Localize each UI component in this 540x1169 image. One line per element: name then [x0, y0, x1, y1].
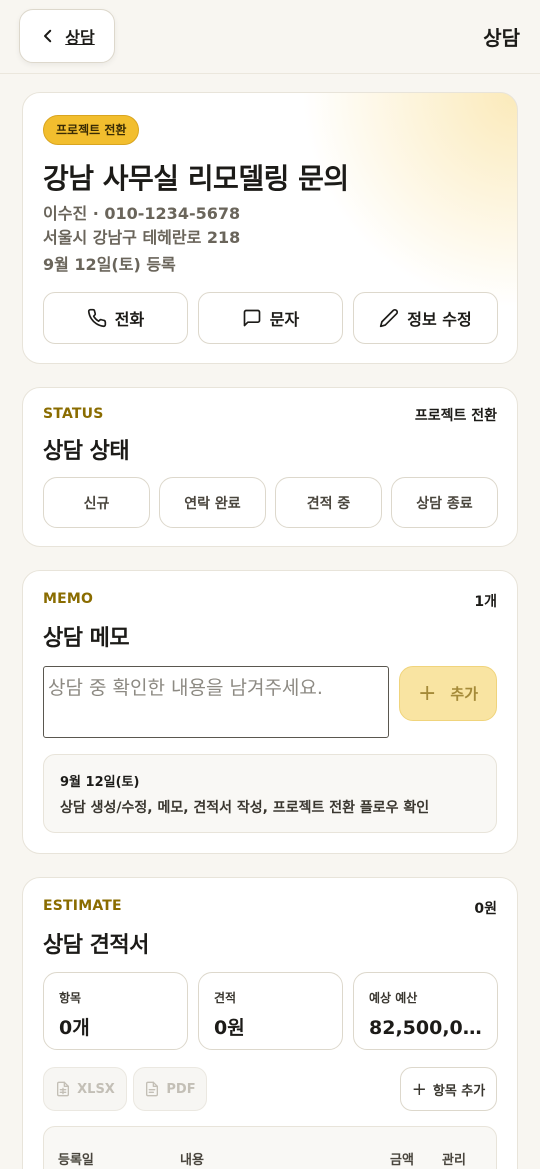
registered-date: 9월 12일(토) 등록: [43, 255, 176, 274]
plus-icon: +: [417, 681, 437, 706]
status-eyebrow: STATUS: [43, 406, 104, 422]
stat-budget-value: 82,500,000원: [369, 1017, 491, 1039]
stat-estimate-label: 견적: [214, 991, 237, 1005]
memo-count: 1개: [474, 594, 497, 610]
status-badge: 프로젝트 전환: [43, 115, 140, 145]
estimate-table-header: 등록일 내용 금액 관리: [43, 1126, 497, 1169]
status-option-contacted[interactable]: 연락 완료: [159, 477, 266, 528]
status-options: 신규 연락 완료 견적 중 상담 종료: [43, 477, 498, 528]
stat-budget-label: 예상 예산: [369, 991, 418, 1005]
column-header-content: 내용: [180, 1153, 204, 1168]
status-card: STATUS 프로젝트 전환 상담 상태 신규 연락 완료 견적 중 상담 종료: [22, 387, 518, 547]
status-option-estimating[interactable]: 견적 중: [275, 477, 382, 528]
status-option-new[interactable]: 신규: [43, 477, 150, 528]
document-file-icon: [146, 1081, 159, 1097]
stat-budget: 예상 예산 82,500,000원: [353, 972, 498, 1050]
message-icon: [243, 309, 261, 327]
status-option-closed[interactable]: 상담 종료: [391, 477, 498, 528]
stat-items: 항목 0개: [43, 972, 188, 1050]
column-header-manage: 관리: [442, 1153, 466, 1168]
stat-estimate-value: 0원: [214, 1017, 245, 1039]
add-item-button[interactable]: + 항목 추가: [400, 1067, 497, 1111]
contact-info: 이수진 · 010-1234-5678: [43, 204, 241, 223]
message-button[interactable]: 문자: [198, 292, 343, 344]
page-title: 상담: [483, 26, 520, 50]
memo-input[interactable]: [43, 666, 389, 738]
memo-section-title: 상담 메모: [43, 626, 130, 651]
add-memo-button[interactable]: + 추가: [399, 666, 497, 721]
estimate-eyebrow: ESTIMATE: [43, 898, 122, 914]
message-label: 문자: [269, 310, 300, 329]
xlsx-label: XLSX: [77, 1081, 115, 1097]
memo-entry-date: 9월 12일(토): [60, 775, 140, 790]
export-pdf-button[interactable]: PDF: [133, 1067, 207, 1111]
current-status: 프로젝트 전환: [414, 408, 497, 424]
export-xlsx-button[interactable]: XLSX: [43, 1067, 127, 1111]
estimate-stats: 항목 0개 견적 0원 예상 예산 82,500,000원: [43, 972, 498, 1050]
action-buttons: 전화 문자 정보 수정: [43, 292, 498, 344]
chevron-left-icon: [44, 29, 52, 43]
address: 서울시 강남구 테헤란로 218: [43, 228, 241, 247]
memo-entry-text: 상담 생성/수정, 메모, 견적서 작성, 프로젝트 전환 플로우 확인: [60, 800, 430, 816]
top-bar: 상담 상담: [0, 0, 540, 74]
stat-estimate: 견적 0원: [198, 972, 343, 1050]
plus-icon: +: [411, 1078, 427, 1100]
add-item-label: 항목 추가: [432, 1083, 486, 1099]
spreadsheet-file-icon: [57, 1081, 70, 1097]
consultation-overview-card: 프로젝트 전환 강남 사무실 리모델링 문의 이수진 · 010-1234-56…: [22, 92, 518, 364]
memo-card: MEMO 1개 상담 메모 + 추가 9월 12일(토) 상담 생성/수정, 메…: [22, 570, 518, 854]
add-memo-label: 추가: [450, 685, 479, 703]
stat-items-value: 0개: [59, 1017, 90, 1039]
column-header-date: 등록일: [58, 1153, 94, 1168]
call-label: 전화: [114, 310, 145, 329]
column-header-amount: 금액: [390, 1153, 414, 1168]
pencil-icon: [380, 309, 399, 328]
estimate-section-title: 상담 견적서: [43, 933, 149, 958]
estimate-total: 0원: [474, 901, 497, 917]
edit-info-label: 정보 수정: [407, 310, 472, 329]
back-label: 상담: [65, 28, 95, 47]
memo-entry: 9월 12일(토) 상담 생성/수정, 메모, 견적서 작성, 프로젝트 전환 …: [43, 754, 497, 833]
consultation-title: 강남 사무실 리모델링 문의: [43, 162, 349, 195]
pdf-label: PDF: [166, 1081, 196, 1097]
memo-eyebrow: MEMO: [43, 591, 94, 607]
estimate-card: ESTIMATE 0원 상담 견적서 항목 0개 견적 0원 예상 예산 82,…: [22, 877, 518, 1169]
edit-info-button[interactable]: 정보 수정: [353, 292, 498, 344]
stat-items-label: 항목: [59, 991, 82, 1005]
call-button[interactable]: 전화: [43, 292, 188, 344]
back-button[interactable]: 상담: [19, 9, 115, 63]
phone-icon: [87, 308, 106, 328]
status-section-title: 상담 상태: [43, 439, 130, 464]
